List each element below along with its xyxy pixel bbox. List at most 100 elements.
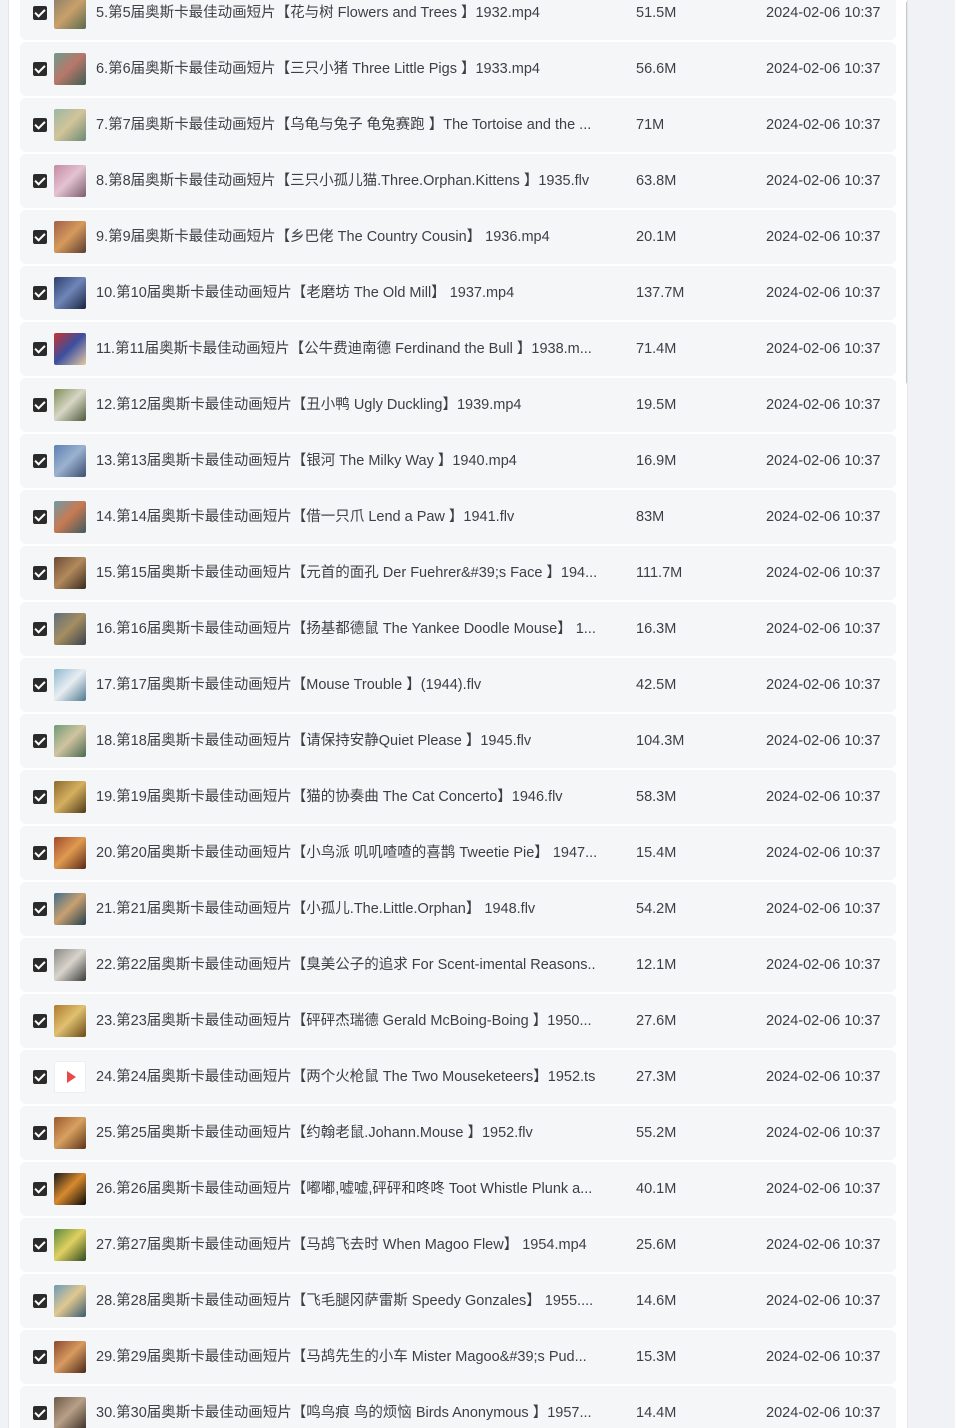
file-checkbox-checked[interactable]	[33, 846, 47, 860]
file-checkbox-checked[interactable]	[33, 1182, 47, 1196]
file-row[interactable]: 29.第29届奥斯卡最佳动画短片【马鸪先生的小车 Mister Magoo&#3…	[20, 1330, 896, 1384]
file-name[interactable]: 6.第6届奥斯卡最佳动画短片【三只小猪 Three Little Pigs 】1…	[96, 42, 596, 96]
file-checkbox-checked[interactable]	[33, 342, 47, 356]
file-row[interactable]: 18.第18届奥斯卡最佳动画短片【请保持安静Quiet Please 】1945…	[20, 714, 896, 768]
file-checkbox-checked[interactable]	[33, 1350, 47, 1364]
file-row[interactable]: 6.第6届奥斯卡最佳动画短片【三只小猪 Three Little Pigs 】1…	[20, 42, 896, 96]
file-row[interactable]: 19.第19届奥斯卡最佳动画短片【猫的协奏曲 The Cat Concerto】…	[20, 770, 896, 824]
file-name[interactable]: 5.第5届奥斯卡最佳动画短片【花与树 Flowers and Trees 】19…	[96, 0, 596, 40]
scrollbar-thumb[interactable]	[906, 0, 907, 385]
file-name[interactable]: 22.第22届奥斯卡最佳动画短片【臭美公子的追求 For Scent-iment…	[96, 938, 596, 992]
file-name[interactable]: 16.第16届奥斯卡最佳动画短片【扬基都德鼠 The Yankee Doodle…	[96, 602, 596, 656]
file-size: 42.5M	[636, 677, 677, 693]
file-checkbox-checked[interactable]	[33, 174, 47, 188]
file-checkbox-checked[interactable]	[33, 6, 47, 20]
file-checkbox-checked[interactable]	[33, 790, 47, 804]
file-modified-date: 2024-02-06 10:37	[766, 565, 881, 581]
file-row[interactable]: 24.第24届奥斯卡最佳动画短片【两个火枪鼠 The Two Mousekete…	[20, 1050, 896, 1104]
file-name[interactable]: 28.第28届奥斯卡最佳动画短片【飞毛腿冈萨雷斯 Speedy Gonzales…	[96, 1274, 596, 1328]
file-name[interactable]: 14.第14届奥斯卡最佳动画短片【借一只爪 Lend a Paw 】1941.f…	[96, 490, 596, 544]
file-checkbox-checked[interactable]	[33, 1238, 47, 1252]
file-modified-date: 2024-02-06 10:37	[766, 397, 881, 413]
file-modified-date: 2024-02-06 10:37	[766, 453, 881, 469]
file-checkbox-checked[interactable]	[33, 398, 47, 412]
file-name[interactable]: 30.第30届奥斯卡最佳动画短片【鸣鸟痕 鸟的烦恼 Birds Anonymou…	[96, 1386, 596, 1428]
file-thumbnail	[54, 557, 86, 589]
file-row[interactable]: 10.第10届奥斯卡最佳动画短片【老磨坊 The Old Mill】 1937.…	[20, 266, 896, 320]
file-checkbox-checked[interactable]	[33, 118, 47, 132]
file-name[interactable]: 24.第24届奥斯卡最佳动画短片【两个火枪鼠 The Two Mousekete…	[96, 1050, 596, 1104]
file-thumbnail	[54, 165, 86, 197]
file-row[interactable]: 21.第21届奥斯卡最佳动画短片【小孤儿.The.Little.Orphan】 …	[20, 882, 896, 936]
file-row[interactable]: 14.第14届奥斯卡最佳动画短片【借一只爪 Lend a Paw 】1941.f…	[20, 490, 896, 544]
file-checkbox-checked[interactable]	[33, 454, 47, 468]
file-thumbnail	[54, 1285, 86, 1317]
file-name[interactable]: 18.第18届奥斯卡最佳动画短片【请保持安静Quiet Please 】1945…	[96, 714, 596, 768]
file-modified-date: 2024-02-06 10:37	[766, 1293, 881, 1309]
file-row[interactable]: 26.第26届奥斯卡最佳动画短片【嘟嘟,嘘嘘,砰砰和咚咚 Toot Whistl…	[20, 1162, 896, 1216]
file-name[interactable]: 19.第19届奥斯卡最佳动画短片【猫的协奏曲 The Cat Concerto】…	[96, 770, 596, 824]
file-name[interactable]: 17.第17届奥斯卡最佳动画短片【Mouse Trouble 】(1944).f…	[96, 658, 596, 712]
file-name[interactable]: 15.第15届奥斯卡最佳动画短片【元首的面孔 Der Fuehrer&#39;s…	[96, 546, 596, 600]
file-modified-date: 2024-02-06 10:37	[766, 845, 881, 861]
file-modified-date: 2024-02-06 10:37	[766, 621, 881, 637]
file-name[interactable]: 7.第7届奥斯卡最佳动画短片【乌龟与兔子 龟兔赛跑 】The Tortoise …	[96, 98, 596, 152]
file-name[interactable]: 23.第23届奥斯卡最佳动画短片【砰砰杰瑞德 Gerald McBoing-Bo…	[96, 994, 596, 1048]
file-row[interactable]: 15.第15届奥斯卡最佳动画短片【元首的面孔 Der Fuehrer&#39;s…	[20, 546, 896, 600]
file-modified-date: 2024-02-06 10:37	[766, 341, 881, 357]
file-checkbox-checked[interactable]	[33, 1126, 47, 1140]
file-name[interactable]: 9.第9届奥斯卡最佳动画短片【乡巴佬 The Country Cousin】 1…	[96, 210, 596, 264]
file-checkbox-checked[interactable]	[33, 1406, 47, 1420]
file-checkbox-checked[interactable]	[33, 1294, 47, 1308]
file-row[interactable]: 30.第30届奥斯卡最佳动画短片【鸣鸟痕 鸟的烦恼 Birds Anonymou…	[20, 1386, 896, 1428]
file-checkbox-checked[interactable]	[33, 230, 47, 244]
file-row[interactable]: 17.第17届奥斯卡最佳动画短片【Mouse Trouble 】(1944).f…	[20, 658, 896, 712]
file-row[interactable]: 25.第25届奥斯卡最佳动画短片【约翰老鼠.Johann.Mouse 】1952…	[20, 1106, 896, 1160]
file-row[interactable]: 20.第20届奥斯卡最佳动画短片【小鸟派 叽叽喳喳的喜鹊 Tweetie Pie…	[20, 826, 896, 880]
file-row[interactable]: 8.第8届奥斯卡最佳动画短片【三只小孤儿猫.Three.Orphan.Kitte…	[20, 154, 896, 208]
file-checkbox-checked[interactable]	[33, 678, 47, 692]
file-checkbox-checked[interactable]	[33, 566, 47, 580]
file-checkbox-checked[interactable]	[33, 510, 47, 524]
file-thumbnail	[54, 109, 86, 141]
file-name[interactable]: 10.第10届奥斯卡最佳动画短片【老磨坊 The Old Mill】 1937.…	[96, 266, 596, 320]
file-row[interactable]: 11.第11届奥斯卡最佳动画短片【公牛费迪南德 Ferdinand the Bu…	[20, 322, 896, 376]
file-name[interactable]: 20.第20届奥斯卡最佳动画短片【小鸟派 叽叽喳喳的喜鹊 Tweetie Pie…	[96, 826, 596, 880]
file-row[interactable]: 27.第27届奥斯卡最佳动画短片【马鸪飞去时 When Magoo Flew】 …	[20, 1218, 896, 1272]
file-row[interactable]: 23.第23届奥斯卡最佳动画短片【砰砰杰瑞德 Gerald McBoing-Bo…	[20, 994, 896, 1048]
file-size: 137.7M	[636, 285, 685, 301]
file-list-panel: 5.第5届奥斯卡最佳动画短片【花与树 Flowers and Trees 】19…	[8, 0, 908, 1428]
file-checkbox-checked[interactable]	[33, 622, 47, 636]
file-thumbnail	[54, 1229, 86, 1261]
file-row[interactable]: 28.第28届奥斯卡最佳动画短片【飞毛腿冈萨雷斯 Speedy Gonzales…	[20, 1274, 896, 1328]
file-thumbnail	[54, 725, 86, 757]
file-name[interactable]: 25.第25届奥斯卡最佳动画短片【约翰老鼠.Johann.Mouse 】1952…	[96, 1106, 596, 1160]
file-row[interactable]: 7.第7届奥斯卡最佳动画短片【乌龟与兔子 龟兔赛跑 】The Tortoise …	[20, 98, 896, 152]
file-size: 54.2M	[636, 901, 677, 917]
file-name[interactable]: 13.第13届奥斯卡最佳动画短片【银河 The Milky Way 】1940.…	[96, 434, 596, 488]
file-checkbox-checked[interactable]	[33, 902, 47, 916]
file-checkbox-checked[interactable]	[33, 1070, 47, 1084]
file-name[interactable]: 29.第29届奥斯卡最佳动画短片【马鸪先生的小车 Mister Magoo&#3…	[96, 1330, 596, 1384]
file-row[interactable]: 16.第16届奥斯卡最佳动画短片【扬基都德鼠 The Yankee Doodle…	[20, 602, 896, 656]
file-name[interactable]: 11.第11届奥斯卡最佳动画短片【公牛费迪南德 Ferdinand the Bu…	[96, 322, 596, 376]
file-checkbox-checked[interactable]	[33, 62, 47, 76]
file-name[interactable]: 12.第12届奥斯卡最佳动画短片【丑小鸭 Ugly Duckling】1939.…	[96, 378, 596, 432]
file-checkbox-checked[interactable]	[33, 958, 47, 972]
file-size: 55.2M	[636, 1125, 677, 1141]
file-name[interactable]: 8.第8届奥斯卡最佳动画短片【三只小孤儿猫.Three.Orphan.Kitte…	[96, 154, 596, 208]
file-checkbox-checked[interactable]	[33, 1014, 47, 1028]
file-row[interactable]: 22.第22届奥斯卡最佳动画短片【臭美公子的追求 For Scent-iment…	[20, 938, 896, 992]
file-thumbnail	[54, 1397, 86, 1428]
file-modified-date: 2024-02-06 10:37	[766, 1125, 881, 1141]
file-name[interactable]: 27.第27届奥斯卡最佳动画短片【马鸪飞去时 When Magoo Flew】 …	[96, 1218, 596, 1272]
file-row[interactable]: 12.第12届奥斯卡最佳动画短片【丑小鸭 Ugly Duckling】1939.…	[20, 378, 896, 432]
file-size: 27.3M	[636, 1069, 677, 1085]
file-checkbox-checked[interactable]	[33, 734, 47, 748]
file-checkbox-checked[interactable]	[33, 286, 47, 300]
file-row[interactable]: 13.第13届奥斯卡最佳动画短片【银河 The Milky Way 】1940.…	[20, 434, 896, 488]
file-row[interactable]: 5.第5届奥斯卡最佳动画短片【花与树 Flowers and Trees 】19…	[20, 0, 896, 40]
file-row[interactable]: 9.第9届奥斯卡最佳动画短片【乡巴佬 The Country Cousin】 1…	[20, 210, 896, 264]
file-name[interactable]: 21.第21届奥斯卡最佳动画短片【小孤儿.The.Little.Orphan】 …	[96, 882, 596, 936]
file-name[interactable]: 26.第26届奥斯卡最佳动画短片【嘟嘟,嘘嘘,砰砰和咚咚 Toot Whistl…	[96, 1162, 596, 1216]
